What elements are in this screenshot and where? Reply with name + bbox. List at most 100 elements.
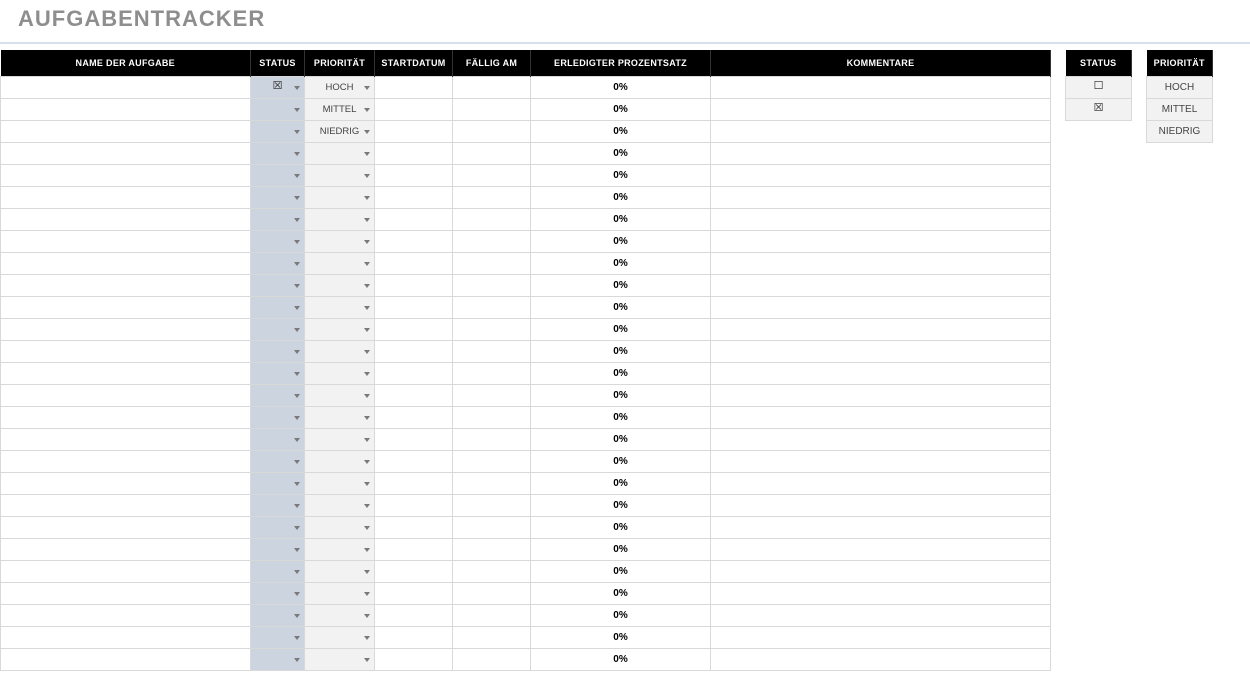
start-date-cell[interactable] xyxy=(375,275,453,297)
start-date-cell[interactable] xyxy=(375,165,453,187)
start-date-cell[interactable] xyxy=(375,583,453,605)
status-dropdown[interactable] xyxy=(251,231,305,253)
task-name-cell[interactable] xyxy=(1,319,251,341)
comment-cell[interactable] xyxy=(711,539,1051,561)
due-date-cell[interactable] xyxy=(453,407,531,429)
due-date-cell[interactable] xyxy=(453,187,531,209)
priority-dropdown[interactable]: MITTEL xyxy=(305,99,375,121)
comment-cell[interactable] xyxy=(711,429,1051,451)
task-name-cell[interactable] xyxy=(1,495,251,517)
priority-dropdown[interactable] xyxy=(305,407,375,429)
percent-complete-cell[interactable]: 0% xyxy=(531,517,711,539)
percent-complete-cell[interactable]: 0% xyxy=(531,473,711,495)
status-dropdown[interactable] xyxy=(251,209,305,231)
due-date-cell[interactable] xyxy=(453,319,531,341)
start-date-cell[interactable] xyxy=(375,385,453,407)
task-name-cell[interactable] xyxy=(1,165,251,187)
priority-dropdown[interactable] xyxy=(305,341,375,363)
percent-complete-cell[interactable]: 0% xyxy=(531,407,711,429)
start-date-cell[interactable] xyxy=(375,143,453,165)
start-date-cell[interactable] xyxy=(375,429,453,451)
comment-cell[interactable] xyxy=(711,363,1051,385)
percent-complete-cell[interactable]: 0% xyxy=(531,187,711,209)
comment-cell[interactable] xyxy=(711,99,1051,121)
start-date-cell[interactable] xyxy=(375,297,453,319)
percent-complete-cell[interactable]: 0% xyxy=(531,319,711,341)
percent-complete-cell[interactable]: 0% xyxy=(531,385,711,407)
priority-dropdown[interactable] xyxy=(305,275,375,297)
comment-cell[interactable] xyxy=(711,451,1051,473)
percent-complete-cell[interactable]: 0% xyxy=(531,605,711,627)
task-name-cell[interactable] xyxy=(1,583,251,605)
task-name-cell[interactable] xyxy=(1,561,251,583)
task-name-cell[interactable] xyxy=(1,429,251,451)
task-name-cell[interactable] xyxy=(1,385,251,407)
percent-complete-cell[interactable]: 0% xyxy=(531,121,711,143)
task-name-cell[interactable] xyxy=(1,77,251,99)
status-dropdown[interactable] xyxy=(251,451,305,473)
status-dropdown[interactable] xyxy=(251,385,305,407)
start-date-cell[interactable] xyxy=(375,77,453,99)
priority-dropdown[interactable]: NIEDRIG xyxy=(305,121,375,143)
task-name-cell[interactable] xyxy=(1,539,251,561)
comment-cell[interactable] xyxy=(711,605,1051,627)
due-date-cell[interactable] xyxy=(453,275,531,297)
due-date-cell[interactable] xyxy=(453,297,531,319)
start-date-cell[interactable] xyxy=(375,605,453,627)
task-name-cell[interactable] xyxy=(1,407,251,429)
percent-complete-cell[interactable]: 0% xyxy=(531,297,711,319)
percent-complete-cell[interactable]: 0% xyxy=(531,627,711,649)
start-date-cell[interactable] xyxy=(375,649,453,671)
priority-dropdown[interactable] xyxy=(305,451,375,473)
priority-dropdown[interactable] xyxy=(305,539,375,561)
priority-dropdown[interactable] xyxy=(305,517,375,539)
percent-complete-cell[interactable]: 0% xyxy=(531,231,711,253)
percent-complete-cell[interactable]: 0% xyxy=(531,165,711,187)
priority-dropdown[interactable] xyxy=(305,495,375,517)
due-date-cell[interactable] xyxy=(453,209,531,231)
start-date-cell[interactable] xyxy=(375,99,453,121)
percent-complete-cell[interactable]: 0% xyxy=(531,275,711,297)
percent-complete-cell[interactable]: 0% xyxy=(531,649,711,671)
status-dropdown[interactable] xyxy=(251,275,305,297)
task-name-cell[interactable] xyxy=(1,253,251,275)
comment-cell[interactable] xyxy=(711,319,1051,341)
task-name-cell[interactable] xyxy=(1,187,251,209)
task-name-cell[interactable] xyxy=(1,99,251,121)
priority-dropdown[interactable] xyxy=(305,649,375,671)
comment-cell[interactable] xyxy=(711,165,1051,187)
status-dropdown[interactable] xyxy=(251,627,305,649)
start-date-cell[interactable] xyxy=(375,451,453,473)
percent-complete-cell[interactable]: 0% xyxy=(531,99,711,121)
percent-complete-cell[interactable]: 0% xyxy=(531,495,711,517)
due-date-cell[interactable] xyxy=(453,451,531,473)
due-date-cell[interactable] xyxy=(453,429,531,451)
percent-complete-cell[interactable]: 0% xyxy=(531,561,711,583)
status-dropdown[interactable] xyxy=(251,495,305,517)
percent-complete-cell[interactable]: 0% xyxy=(531,539,711,561)
priority-dropdown[interactable] xyxy=(305,143,375,165)
status-dropdown[interactable] xyxy=(251,583,305,605)
task-name-cell[interactable] xyxy=(1,473,251,495)
status-dropdown[interactable] xyxy=(251,517,305,539)
task-name-cell[interactable] xyxy=(1,275,251,297)
due-date-cell[interactable] xyxy=(453,539,531,561)
due-date-cell[interactable] xyxy=(453,385,531,407)
priority-dropdown[interactable] xyxy=(305,297,375,319)
task-name-cell[interactable] xyxy=(1,605,251,627)
status-dropdown[interactable] xyxy=(251,341,305,363)
comment-cell[interactable] xyxy=(711,297,1051,319)
status-dropdown[interactable] xyxy=(251,319,305,341)
start-date-cell[interactable] xyxy=(375,407,453,429)
status-dropdown[interactable] xyxy=(251,99,305,121)
due-date-cell[interactable] xyxy=(453,649,531,671)
priority-dropdown[interactable] xyxy=(305,253,375,275)
comment-cell[interactable] xyxy=(711,473,1051,495)
start-date-cell[interactable] xyxy=(375,517,453,539)
status-dropdown[interactable] xyxy=(251,253,305,275)
start-date-cell[interactable] xyxy=(375,495,453,517)
percent-complete-cell[interactable]: 0% xyxy=(531,583,711,605)
status-dropdown[interactable] xyxy=(251,473,305,495)
start-date-cell[interactable] xyxy=(375,319,453,341)
start-date-cell[interactable] xyxy=(375,363,453,385)
